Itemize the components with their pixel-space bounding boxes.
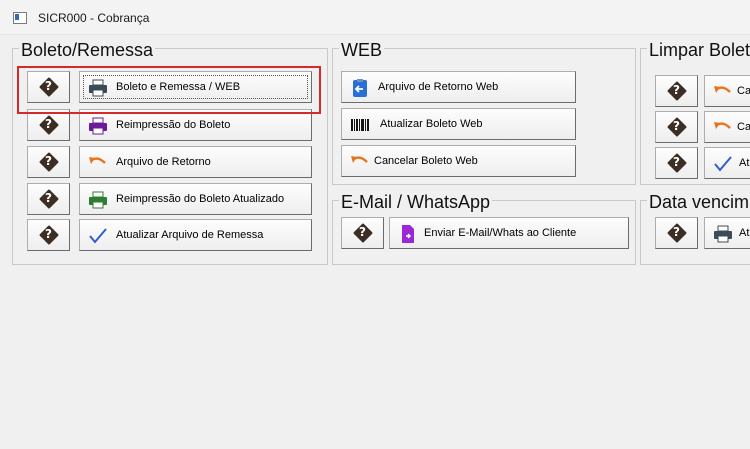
help-button-data-vencimento[interactable]: ? [655, 217, 698, 249]
limpar-cancelar-button-1[interactable]: Ca [704, 75, 750, 107]
checkmark-icon [714, 156, 732, 172]
group-title-boleto-remessa: Boleto/Remessa [19, 39, 156, 61]
reimpressao-boleto-label: Reimpressão do Boleto [116, 119, 231, 131]
atualizar-arquivo-remessa-label: Atualizar Arquivo de Remessa [116, 229, 264, 241]
atualizar-boleto-web-label: Atualizar Boleto Web [380, 118, 483, 130]
cancelar-boleto-web-label: Cancelar Boleto Web [374, 155, 478, 167]
help-button-arquivo-retorno[interactable]: ? [27, 146, 70, 178]
group-title-email-whatsapp: E-Mail / WhatsApp [339, 191, 493, 213]
arquivo-retorno-web-button[interactable]: Arquivo de Retorno Web [341, 71, 576, 103]
help-button-enviar-email[interactable]: ? [341, 217, 384, 249]
data-vencimento-atualizar-button[interactable]: At [704, 217, 750, 249]
undo-arrow-icon [89, 157, 106, 164]
atualizar-arquivo-remessa-button[interactable]: Atualizar Arquivo de Remessa [79, 219, 312, 251]
group-title-data-vencimento: Data vencim [647, 191, 750, 213]
undo-arrow-icon [714, 86, 731, 93]
arquivo-retorno-web-label: Arquivo de Retorno Web [378, 81, 499, 93]
group-title-limpar-boleto: Limpar Bolet [647, 39, 750, 61]
window-title: SICR000 - Cobrança [38, 11, 150, 25]
group-limpar-boleto: Limpar Bolet ? Ca ? Ca ? At [640, 39, 750, 185]
help-button-reimpressao-atualizado[interactable]: ? [27, 183, 70, 215]
undo-arrow-icon [351, 156, 368, 163]
help-button-limpar-3[interactable]: ? [655, 147, 698, 179]
limpar-cancelar-label-1: Ca [737, 85, 750, 97]
barcode-icon [351, 119, 369, 131]
help-button-atualizar-remessa[interactable]: ? [27, 219, 70, 251]
group-web: WEB Arquivo de Retorno Web Atualizar Bol… [332, 39, 636, 185]
help-button-limpar-2[interactable]: ? [655, 111, 698, 143]
group-email-whatsapp: E-Mail / WhatsApp ? Enviar E-Mail/Whats … [332, 191, 636, 265]
group-title-web: WEB [339, 39, 385, 61]
limpar-atualizar-label: At [739, 157, 750, 169]
limpar-cancelar-label-2: Ca [737, 121, 750, 133]
data-vencimento-atualizar-label: At [739, 227, 750, 239]
enviar-email-whats-button[interactable]: Enviar E-Mail/Whats ao Cliente [389, 217, 629, 249]
undo-arrow-icon [714, 122, 731, 129]
help-button-limpar-1[interactable]: ? [655, 75, 698, 107]
limpar-cancelar-button-2[interactable]: Ca [704, 111, 750, 143]
printer-purple-icon [89, 117, 107, 135]
atualizar-boleto-web-button[interactable]: Atualizar Boleto Web [341, 108, 576, 140]
reimpressao-boleto-atualizado-label: Reimpressão do Boleto Atualizado [116, 193, 285, 205]
printer-green-icon [89, 191, 107, 209]
group-data-vencimento: Data vencim ? At [640, 191, 750, 265]
arquivo-retorno-button[interactable]: Arquivo de Retorno [79, 146, 312, 178]
arquivo-retorno-label: Arquivo de Retorno [116, 156, 211, 168]
enviar-email-whats-label: Enviar E-Mail/Whats ao Cliente [424, 227, 577, 239]
cancelar-boleto-web-button[interactable]: Cancelar Boleto Web [341, 145, 576, 177]
clipboard-arrow-icon [353, 79, 367, 97]
limpar-atualizar-button[interactable]: At [704, 147, 750, 179]
checkmark-icon [89, 228, 107, 244]
printer-icon [714, 225, 732, 243]
highlight-box [17, 66, 321, 114]
title-bar: SICR000 - Cobrança [0, 0, 750, 35]
reimpressao-boleto-atualizado-button[interactable]: Reimpressão do Boleto Atualizado [79, 183, 312, 215]
file-send-icon [402, 225, 414, 243]
app-window-icon [13, 12, 27, 24]
